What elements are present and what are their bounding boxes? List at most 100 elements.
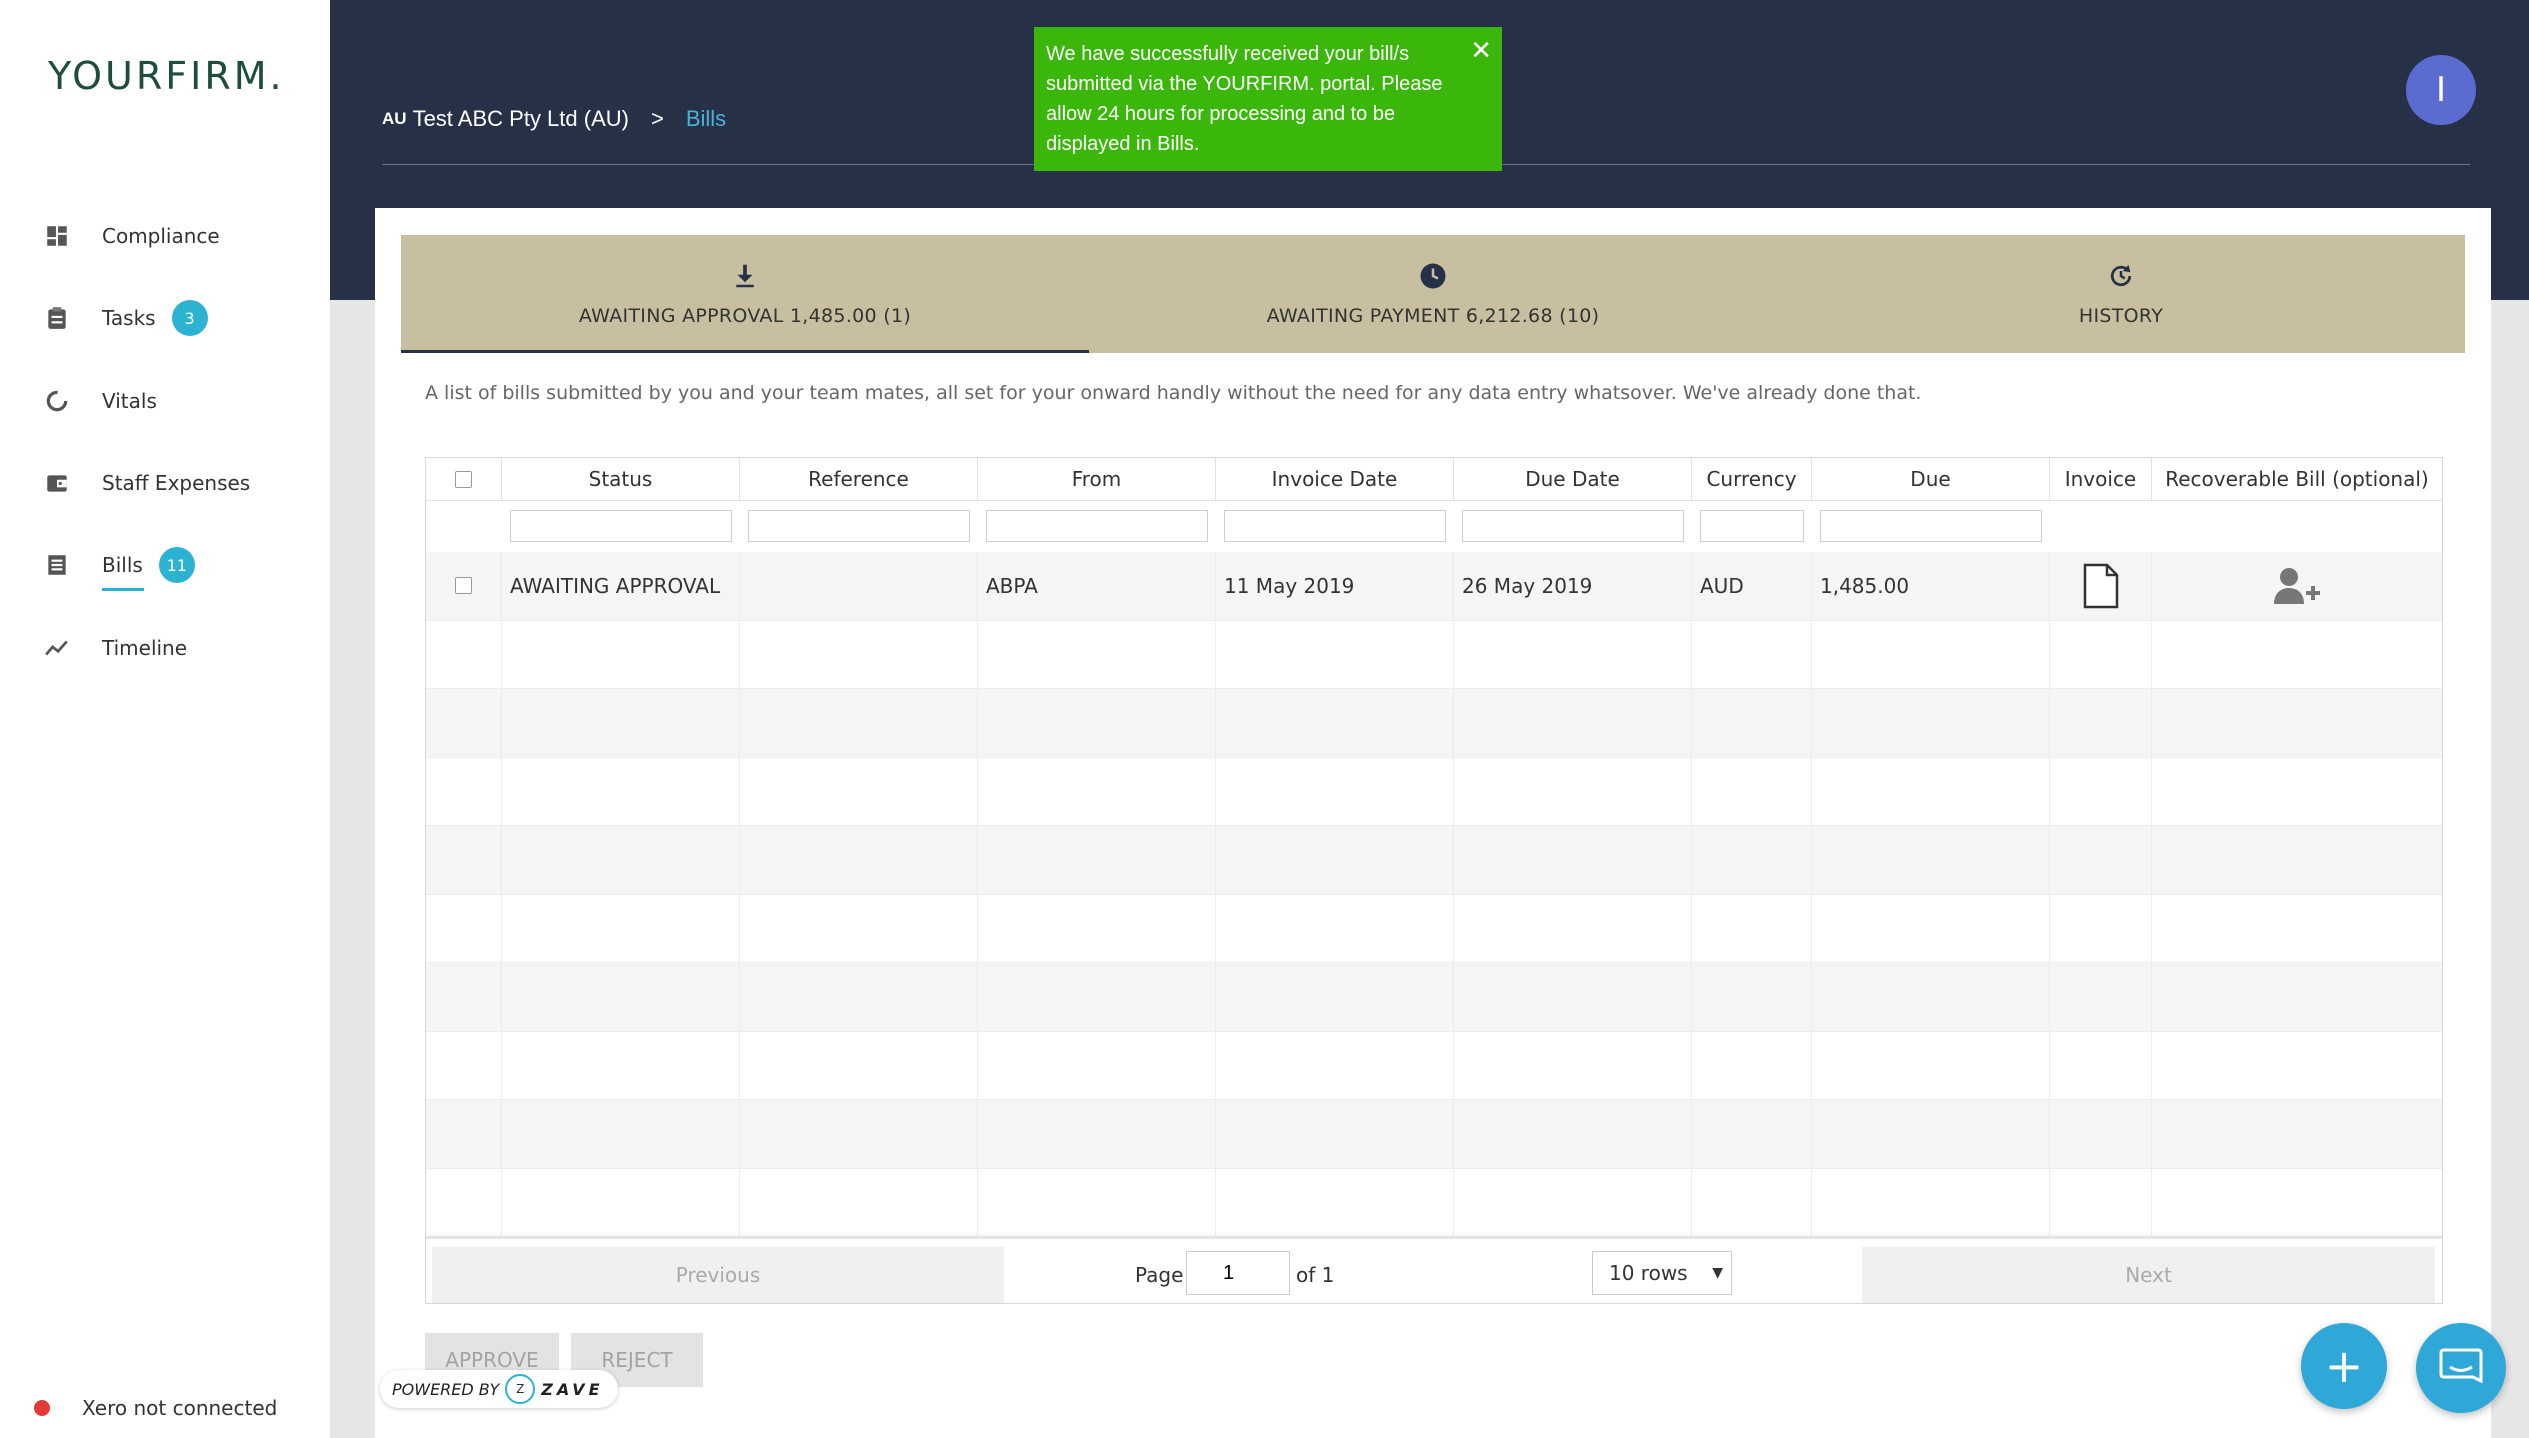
country-code: AU: [382, 109, 407, 128]
history-icon: [2110, 264, 2132, 287]
filter-from-input[interactable]: [986, 510, 1208, 542]
invoice-document-icon[interactable]: [2082, 563, 2120, 609]
breadcrumb-separator: >: [650, 106, 664, 131]
next-page-button[interactable]: Next: [1862, 1247, 2435, 1303]
toast-message: We have successfully received your bill/…: [1046, 43, 1443, 155]
cell-status: AWAITING APPROVAL: [502, 552, 740, 620]
rows-per-page-select[interactable]: 10 rows ▼: [1592, 1251, 1732, 1295]
cell-from: ABPA: [978, 552, 1216, 620]
sidebar-item-vitals[interactable]: Vitals: [44, 376, 157, 426]
powered-by-zave[interactable]: POWERED BY Z ZAVE: [380, 1370, 618, 1408]
powered-by-label: POWERED BY: [392, 1379, 500, 1399]
tab-history[interactable]: HISTORY: [1777, 235, 2465, 353]
table-row-empty: [426, 963, 2442, 1032]
tab-label: AWAITING PAYMENT 6,212.68 (10): [1266, 305, 1600, 327]
column-header-due-date[interactable]: Due Date: [1454, 458, 1692, 500]
breadcrumb-company[interactable]: Test ABC Pty Ltd (AU): [413, 106, 629, 132]
add-bill-fab[interactable]: +: [2301, 1323, 2387, 1409]
page-number-input[interactable]: [1186, 1251, 1290, 1295]
rows-per-page-value: 10 rows: [1609, 1261, 1688, 1285]
filter-status-input[interactable]: [510, 510, 732, 542]
select-all-checkbox[interactable]: [455, 470, 472, 488]
sidebar-item-label: Tasks: [102, 306, 156, 330]
user-avatar[interactable]: I: [2406, 55, 2476, 125]
add-user-icon[interactable]: [2272, 566, 2322, 606]
filter-invoice-date-input[interactable]: [1224, 510, 1446, 542]
filter-currency-input[interactable]: [1700, 510, 1804, 542]
table-row-empty: [426, 826, 2442, 895]
bills-table: Status Reference From Invoice Date Due D…: [425, 457, 2443, 1304]
table-row-empty: [426, 757, 2442, 826]
active-indicator: [102, 588, 144, 591]
sidebar-item-bills[interactable]: Bills 11: [44, 540, 195, 590]
column-header-invoice[interactable]: Invoice: [2050, 458, 2152, 500]
cell-due-date: 26 May 2019: [1454, 552, 1692, 620]
sidebar-item-tasks[interactable]: Tasks 3: [44, 293, 208, 343]
column-header-due[interactable]: Due: [1812, 458, 2050, 500]
receipt-icon: [48, 555, 66, 575]
row-checkbox[interactable]: [455, 577, 472, 595]
cell-reference: [740, 552, 978, 620]
sidebar-item-label: Vitals: [102, 389, 157, 413]
tab-description: A list of bills submitted by you and you…: [425, 382, 1922, 404]
tab-label: AWAITING APPROVAL 1,485.00 (1): [578, 305, 912, 327]
filter-row: [426, 500, 2442, 552]
column-header-status[interactable]: Status: [502, 458, 740, 500]
donut-chart-icon: [46, 390, 68, 412]
download-icon: [736, 264, 754, 288]
table-header: Status Reference From Invoice Date Due D…: [426, 458, 2442, 501]
page-total: of 1: [1296, 1263, 1335, 1287]
cell-invoice-date: 11 May 2019: [1216, 552, 1454, 620]
column-header-recoverable-bill[interactable]: Recoverable Bill (optional): [2152, 458, 2442, 500]
select-all-header: [426, 458, 502, 500]
tasks-count-badge: 3: [171, 300, 208, 336]
table-row[interactable]: AWAITING APPROVAL ABPA 11 May 2019 26 Ma…: [426, 552, 2442, 621]
tab-awaiting-approval[interactable]: AWAITING APPROVAL 1,485.00 (1): [401, 235, 1089, 353]
sidebar: YOURFIRM. Compliance Tasks 3 Vitals Staf…: [0, 0, 330, 1438]
table-row-empty: [426, 689, 2442, 758]
sidebar-item-timeline[interactable]: Timeline: [44, 623, 187, 673]
column-header-invoice-date[interactable]: Invoice Date: [1216, 458, 1454, 500]
column-header-reference[interactable]: Reference: [740, 458, 978, 500]
firm-logo[interactable]: YOURFIRM.: [48, 54, 285, 98]
column-header-from[interactable]: From: [978, 458, 1216, 500]
dropdown-caret-icon: ▼: [1712, 1265, 1723, 1281]
breadcrumb: AU Test ABC Pty Ltd (AU) > Bills: [382, 106, 726, 132]
table-row-empty: [426, 1031, 2442, 1100]
table-row-empty: [426, 620, 2442, 689]
bills-count-badge: 11: [158, 547, 195, 583]
chat-icon: [2439, 1348, 2483, 1384]
success-toast: We have successfully received your bill/…: [1034, 27, 1502, 171]
cell-due: 1,485.00: [1812, 552, 2050, 620]
wallet-icon: [47, 475, 67, 492]
xero-status-label: Xero not connected: [82, 1396, 278, 1420]
previous-page-button[interactable]: Previous: [432, 1247, 1004, 1303]
sidebar-item-compliance[interactable]: Compliance: [44, 211, 220, 261]
dashboard-icon: [47, 226, 67, 246]
clipboard-icon: [48, 307, 66, 329]
filter-due-input[interactable]: [1820, 510, 2042, 542]
toast-close-icon[interactable]: ✕: [1470, 35, 1492, 65]
sidebar-item-label: Staff Expenses: [102, 471, 251, 495]
status-dot-icon: [34, 1400, 50, 1416]
zave-logo-icon: Z: [505, 1374, 536, 1404]
table-row-empty: [426, 894, 2442, 963]
sidebar-item-label: Bills: [102, 553, 143, 577]
cell-currency: AUD: [1692, 552, 1812, 620]
zave-brand: ZAVE: [541, 1379, 604, 1399]
filter-due-date-input[interactable]: [1462, 510, 1684, 542]
bill-tabs: AWAITING APPROVAL 1,485.00 (1) AWAITING …: [401, 235, 2465, 353]
filter-reference-input[interactable]: [748, 510, 970, 542]
sidebar-item-staff-expenses[interactable]: Staff Expenses: [44, 458, 250, 508]
tab-label: HISTORY: [2078, 305, 2164, 327]
clock-icon: [1420, 263, 1446, 289]
table-row-empty: [426, 1100, 2442, 1169]
sidebar-item-label: Compliance: [102, 224, 220, 248]
column-header-currency[interactable]: Currency: [1692, 458, 1812, 500]
line-chart-icon: [45, 640, 68, 656]
xero-connection-status[interactable]: Xero not connected: [34, 1396, 277, 1420]
pagination: Previous Page of 1 10 rows ▼ Next: [426, 1237, 2442, 1305]
chat-launcher-button[interactable]: [2416, 1323, 2506, 1413]
tab-awaiting-payment[interactable]: AWAITING PAYMENT 6,212.68 (10): [1089, 235, 1777, 353]
breadcrumb-bills[interactable]: Bills: [686, 106, 726, 132]
